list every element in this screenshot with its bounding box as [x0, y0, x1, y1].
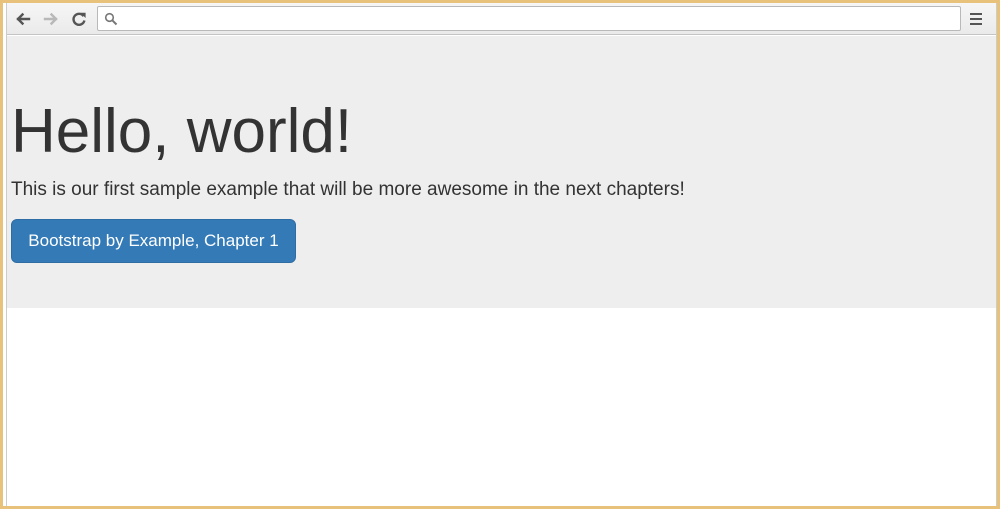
reload-icon: [72, 12, 86, 26]
arrow-left-icon: [16, 12, 31, 26]
hamburger-menu-icon: [970, 13, 982, 15]
jumbotron: Hello, world! This is our first sample e…: [7, 36, 996, 308]
address-bar[interactable]: [97, 6, 961, 31]
page-viewport: Hello, world! This is our first sample e…: [7, 36, 996, 506]
forward-button[interactable]: [41, 9, 61, 29]
menu-button[interactable]: [968, 10, 984, 28]
back-button[interactable]: [13, 9, 33, 29]
arrow-right-icon: [43, 12, 58, 26]
search-icon: [104, 12, 118, 26]
browser-content-frame: Hello, world! This is our first sample e…: [6, 3, 997, 506]
hamburger-menu-icon-line: [970, 23, 982, 25]
browser-window: Hello, world! This is our first sample e…: [0, 0, 1000, 509]
page-heading: Hello, world!: [11, 97, 353, 166]
address-input[interactable]: [122, 9, 952, 28]
reload-button[interactable]: [69, 9, 89, 29]
chapter-button[interactable]: Bootstrap by Example, Chapter 1: [11, 219, 296, 263]
hamburger-menu-icon-line: [970, 18, 982, 20]
browser-toolbar: [7, 3, 996, 35]
lead-paragraph: This is our first sample example that wi…: [11, 179, 685, 200]
